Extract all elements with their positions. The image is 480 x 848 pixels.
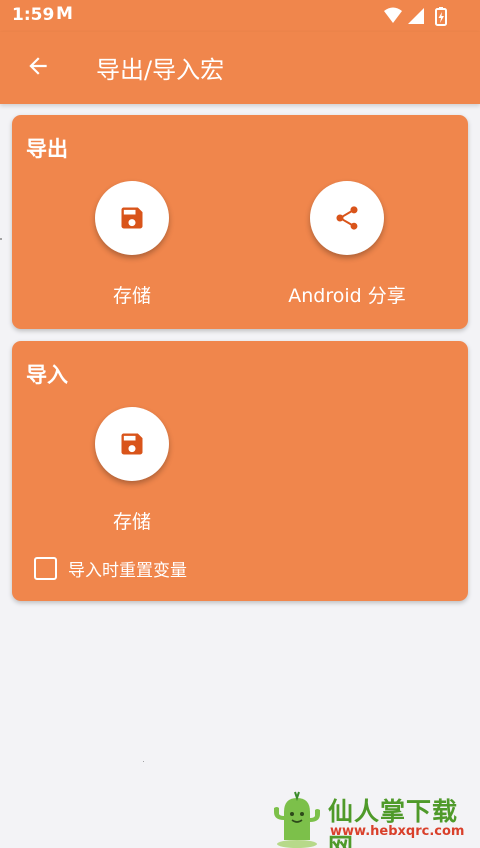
edge-dot bbox=[0, 238, 2, 240]
app-bar: 导出/导入宏 bbox=[0, 32, 480, 104]
import-card: 导入 存储 导入时重置变量 bbox=[12, 341, 468, 601]
status-icons bbox=[384, 7, 447, 26]
reset-variables-checkbox-row[interactable]: 导入时重置变量 bbox=[34, 555, 187, 581]
wifi-icon bbox=[384, 7, 402, 23]
page-title: 导出/导入宏 bbox=[96, 56, 225, 84]
export-card-title: 导出 bbox=[26, 137, 68, 161]
export-share-label: Android 分享 bbox=[288, 285, 406, 307]
save-icon bbox=[121, 207, 143, 229]
export-storage-button[interactable] bbox=[95, 181, 169, 255]
battery-icon bbox=[435, 7, 447, 26]
signal-icon bbox=[408, 8, 424, 24]
artifact-dot bbox=[143, 761, 144, 762]
import-card-title: 导入 bbox=[26, 363, 68, 387]
import-storage-label: 存储 bbox=[112, 511, 151, 533]
reset-variables-checkbox[interactable] bbox=[34, 556, 57, 580]
export-storage-label: 存储 bbox=[112, 285, 151, 307]
reset-variables-label: 导入时重置变量 bbox=[68, 560, 187, 581]
share-icon bbox=[336, 206, 358, 230]
watermark-text: 仙人掌下载网 bbox=[328, 797, 459, 848]
arrow-left-icon bbox=[29, 57, 47, 75]
export-card: 导出 存储 Android 分享 bbox=[12, 115, 468, 329]
import-storage-button[interactable] bbox=[95, 407, 169, 481]
watermark-url: www.hebxqrc.com bbox=[330, 824, 465, 839]
save-icon bbox=[121, 433, 143, 455]
back-button[interactable] bbox=[18, 46, 58, 86]
status-bar: 1:59 M bbox=[0, 0, 480, 32]
cactus-logo-icon bbox=[274, 791, 320, 848]
notification-icon: M bbox=[56, 4, 73, 24]
watermark: 仙人掌下载网 www.hebxqrc.com bbox=[268, 790, 480, 848]
export-share-button[interactable] bbox=[310, 181, 384, 255]
status-time: 1:59 bbox=[12, 5, 55, 25]
